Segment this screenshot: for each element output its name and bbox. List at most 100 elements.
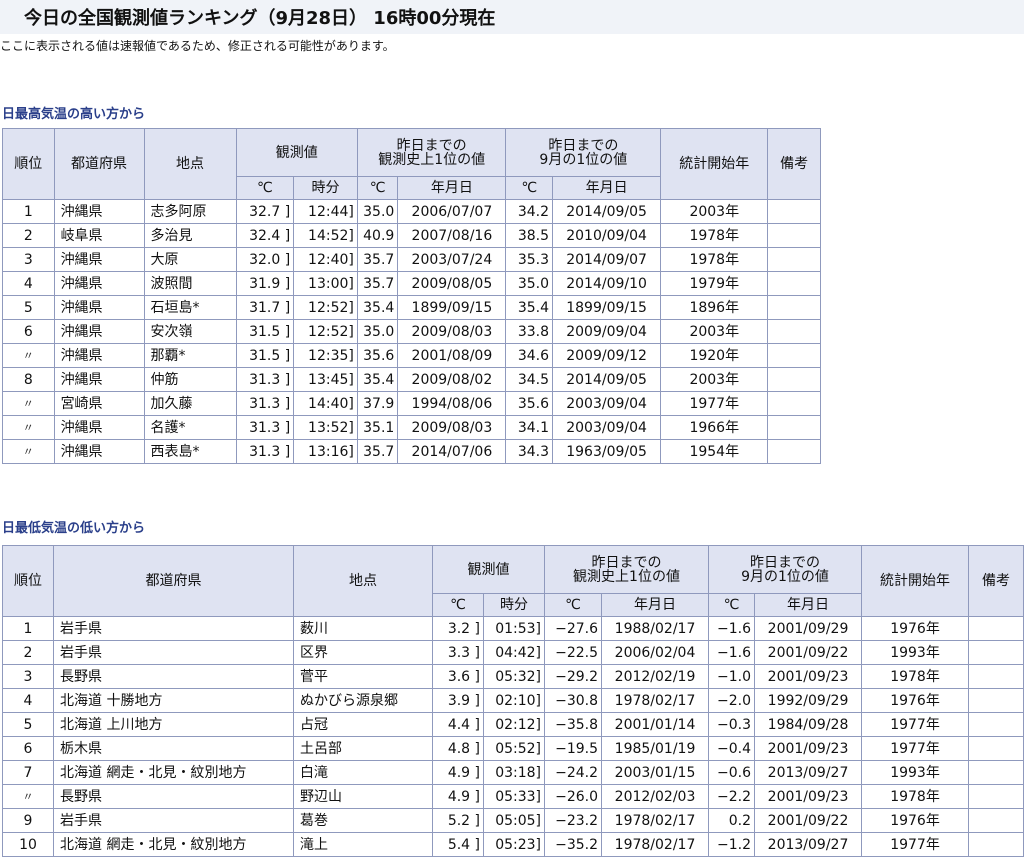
cell-observed-value: 3.3 ] — [432, 640, 484, 665]
cell-start-year: 1977年 — [861, 712, 970, 737]
cell-observed-value: 31.3 ] — [235, 391, 295, 416]
cell-month-record-date: 2001/09/22 — [754, 808, 863, 833]
cell-start-year: 1977年 — [861, 832, 970, 857]
table-row: 7 北海道 網走・北見・紋別地方 白滝 4.9 ] 03:18] −24.2 2003/01… — [2, 760, 1024, 785]
cell-prefecture: 沖縄県 — [53, 367, 145, 392]
table-row: 〃沖縄県 西表島* 31.3 ] 13:16] 35.7 2014/07/06 34.3 19… — [2, 439, 821, 464]
cell-observed-time: 05:23] — [483, 832, 545, 857]
cell-observed-value: 4.9 ] — [432, 784, 484, 809]
cell-rank: 〃 — [2, 784, 54, 809]
cell-observed-value: 5.2 ] — [432, 808, 484, 833]
cell-month-record-date: 1984/09/28 — [754, 712, 863, 737]
cell-remarks — [968, 640, 1024, 665]
cell-start-year: 1993年 — [861, 760, 970, 785]
cell-month-record-date: 2009/09/04 — [551, 319, 662, 344]
cell-month-record-value: 34.1 — [505, 415, 553, 440]
cell-record-value: 35.0 — [356, 319, 399, 344]
table-row: 〃沖縄県 那覇* 31.5 ] 12:35] 35.6 2001/08/09 34.6 200… — [2, 343, 821, 368]
cell-month-record-value: −0.3 — [708, 712, 756, 737]
table-row: 4 沖縄県 波照間 31.9 ] 13:00] 35.7 2009/08/05 35.0 201… — [2, 271, 821, 296]
cell-record-date: 1899/09/15 — [397, 295, 507, 320]
cell-point: 多治見 — [143, 223, 237, 248]
cell-record-value: −23.2 — [544, 808, 602, 833]
cell-prefecture: 北海道 網走・北見・紋別地方 — [53, 832, 294, 857]
table-row: 6 栃木県 土呂部 4.8 ] 05:52] −19.5 1985/01/19 −0.4 200… — [2, 736, 1024, 761]
cell-observed-value: 32.7 ] — [235, 199, 295, 224]
cell-remarks — [968, 688, 1024, 713]
cell-prefecture: 沖縄県 — [53, 415, 145, 440]
cell-rank: 7 — [2, 760, 54, 785]
cell-record-date: 2009/08/02 — [397, 367, 507, 392]
header-record-month: 昨日までの 9月の1位の値 — [505, 128, 662, 177]
table-row: 6 沖縄県 安次嶺 31.5 ] 12:52] 35.0 2009/08/03 33.8 200… — [2, 319, 821, 344]
cell-observed-time: 12:35] — [293, 343, 358, 368]
cell-month-record-value: −0.6 — [708, 760, 756, 785]
cell-remarks — [767, 367, 821, 392]
header-date: 年月日 — [600, 593, 710, 617]
cell-remarks — [968, 712, 1024, 737]
cell-observed-time: 03:18] — [483, 760, 545, 785]
cell-point: 那覇* — [143, 343, 237, 368]
cell-remarks — [968, 736, 1024, 761]
cell-observed-value: 31.3 ] — [235, 439, 295, 464]
header-unit-c: ℃ — [708, 593, 756, 617]
cell-point: 菅平 — [293, 664, 433, 689]
header-date: 年月日 — [551, 176, 662, 200]
high-section-title: 日最高気温の高い方から — [2, 107, 146, 122]
cell-month-record-value: 34.6 — [505, 343, 553, 368]
table-row: 8 沖縄県 仲筋 31.3 ] 13:45] 35.4 2009/08/02 34.5 2014… — [2, 367, 821, 392]
header-start-year: 統計開始年 — [861, 545, 970, 617]
cell-rank: 3 — [2, 247, 55, 272]
cell-rank: 〃 — [2, 415, 55, 440]
cell-month-record-value: 35.6 — [505, 391, 553, 416]
header-record-month-line2: 9月の1位の値 — [741, 568, 829, 585]
header-rank: 順位 — [2, 128, 55, 200]
cell-remarks — [767, 319, 821, 344]
cell-record-value: 35.4 — [356, 295, 399, 320]
cell-observed-value: 31.5 ] — [235, 343, 295, 368]
cell-month-record-value: −0.4 — [708, 736, 756, 761]
cell-remarks — [968, 664, 1024, 689]
header-record-month: 昨日までの 9月の1位の値 — [708, 545, 863, 594]
cell-rank: 〃 — [2, 439, 55, 464]
cell-month-record-date: 2014/09/05 — [551, 367, 662, 392]
header-remarks: 備考 — [968, 545, 1024, 617]
table-row: 5 北海道 上川地方 占冠 4.4 ] 02:12] −35.8 2001/01/14 −0.… — [2, 712, 1024, 737]
cell-record-date: 1985/01/19 — [600, 736, 710, 761]
cell-record-value: 35.6 — [356, 343, 399, 368]
cell-record-value: −35.8 — [544, 712, 602, 737]
cell-observed-time: 13:16] — [293, 439, 358, 464]
cell-observed-time: 01:53] — [483, 616, 545, 641]
cell-record-value: 35.0 — [356, 199, 399, 224]
cell-observed-value: 3.6 ] — [432, 664, 484, 689]
cell-observed-value: 3.2 ] — [432, 616, 484, 641]
cell-remarks — [767, 199, 821, 224]
cell-month-record-date: 2010/09/04 — [551, 223, 662, 248]
cell-month-record-date: 2001/09/23 — [754, 784, 863, 809]
low-temp-table: 順位 都道府県 地点 観測値 昨日までの 観測史上1位の値 昨日までの 9月の1… — [2, 545, 1024, 857]
cell-observed-time: 05:52] — [483, 736, 545, 761]
header-record-month-line2: 9月の1位の値 — [539, 151, 628, 168]
cell-prefecture: 宮崎県 — [53, 391, 145, 416]
cell-prefecture: 北海道 十勝地方 — [53, 688, 294, 713]
cell-start-year: 1966年 — [660, 415, 769, 440]
cell-observed-time: 13:45] — [293, 367, 358, 392]
cell-remarks — [968, 832, 1024, 857]
cell-month-record-value: 34.3 — [505, 439, 553, 464]
cell-record-value: 35.7 — [356, 247, 399, 272]
cell-record-date: 1994/08/06 — [397, 391, 507, 416]
cell-record-date: 2006/02/04 — [600, 640, 710, 665]
cell-start-year: 1979年 — [660, 271, 769, 296]
header-prefecture: 都道府県 — [53, 545, 294, 617]
cell-rank: 2 — [2, 640, 54, 665]
cell-observed-value: 31.7 ] — [235, 295, 295, 320]
cell-start-year: 1993年 — [861, 640, 970, 665]
cell-start-year: 1977年 — [660, 391, 769, 416]
header-point: 地点 — [293, 545, 433, 617]
cell-month-record-value: 33.8 — [505, 319, 553, 344]
cell-prefecture: 沖縄県 — [53, 439, 145, 464]
cell-observed-value: 31.3 ] — [235, 367, 295, 392]
header-unit-c: ℃ — [505, 176, 553, 200]
cell-point: 白滝 — [293, 760, 433, 785]
cell-rank: 4 — [2, 271, 55, 296]
